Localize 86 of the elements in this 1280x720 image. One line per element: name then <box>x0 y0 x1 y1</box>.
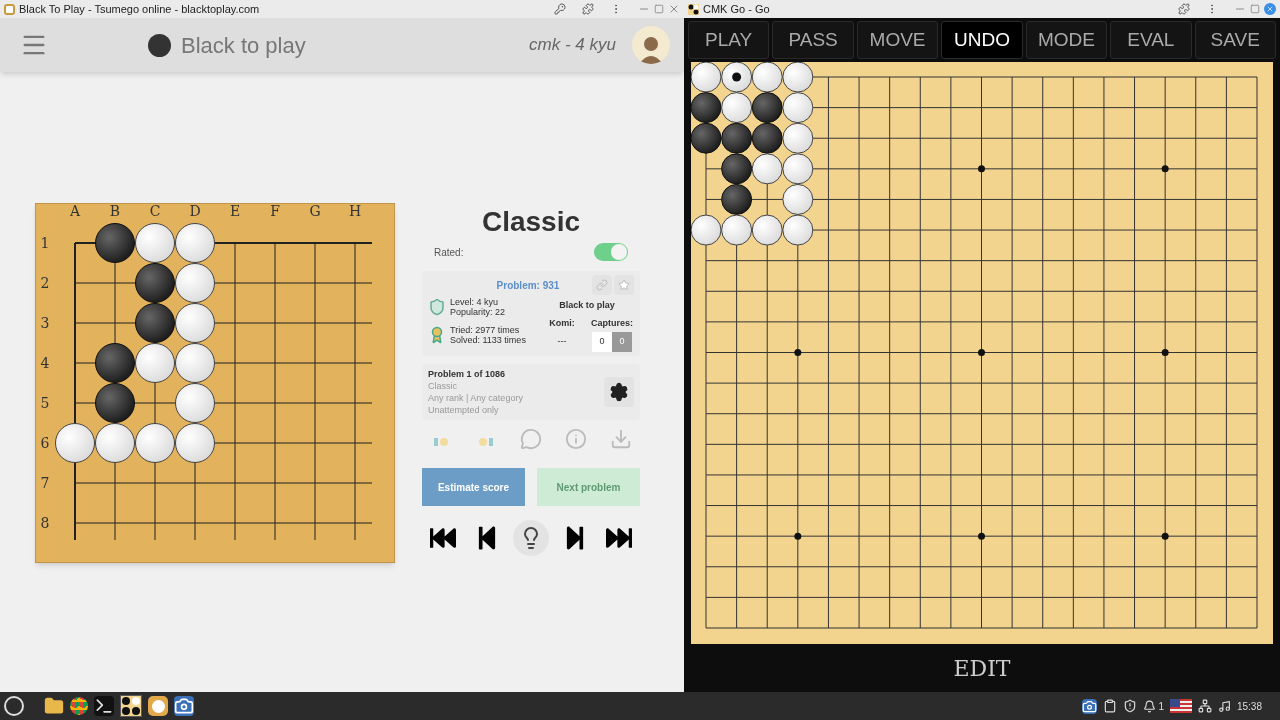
row-label: 1 <box>40 235 50 251</box>
clipboard-icon[interactable] <box>1103 699 1118 713</box>
set-filter-text: Unattempted only <box>428 404 500 416</box>
extensions-icon[interactable] <box>582 3 594 15</box>
screenshot-tray-icon[interactable] <box>1082 698 1098 714</box>
toolbar-tab[interactable]: PASS <box>772 21 854 59</box>
shield-icon[interactable] <box>1123 699 1138 713</box>
komi-value: --- <box>556 335 568 349</box>
column-label: E <box>229 203 241 219</box>
tried-text: Tried: 2977 times <box>450 325 521 335</box>
network-icon[interactable] <box>1197 699 1212 713</box>
extensions-icon[interactable] <box>1178 3 1190 15</box>
stone-icon <box>148 33 171 57</box>
window-title: CMK Go - Go <box>703 1 770 17</box>
clock: 15:38 <box>1236 699 1262 714</box>
column-label: B <box>109 203 121 219</box>
shield-icon <box>428 298 446 316</box>
screenshot-app-icon[interactable] <box>174 696 194 716</box>
row-label: 7 <box>40 475 50 491</box>
set-title: Problem 1 of 1086 <box>428 368 507 380</box>
column-label: D <box>189 203 201 219</box>
set-filter-text: Classic <box>428 380 458 392</box>
star-point <box>978 165 985 173</box>
notifications-icon[interactable] <box>1143 699 1157 713</box>
toolbar-tab[interactable]: MOVE <box>856 21 939 59</box>
to-play-text: Black to play <box>559 299 615 312</box>
user-rank: cmk - 4 kyu <box>529 34 616 57</box>
browser-icon[interactable] <box>70 697 88 715</box>
edit-button[interactable]: EDIT <box>953 651 1011 685</box>
captures-label: Captures: <box>590 316 634 330</box>
row-label: 6 <box>40 435 50 451</box>
toolbar-tab[interactable]: UNDO <box>941 21 1023 59</box>
go-app-icon[interactable] <box>120 695 142 717</box>
star-point <box>1161 165 1169 173</box>
star-point <box>794 349 802 356</box>
star-point <box>1161 349 1169 356</box>
close-icon[interactable] <box>668 3 680 15</box>
komi-label: Komi: <box>548 316 576 330</box>
capture-count: 0 <box>612 332 632 352</box>
column-label: H <box>348 203 362 219</box>
column-label: F <box>270 203 280 219</box>
star-point <box>1161 532 1169 540</box>
window-title: Black To Play - Tsumego online - blacktoplay.com <box>19 1 260 17</box>
column-label: C <box>149 203 161 219</box>
column-label: G <box>309 203 321 219</box>
capture-count: 0 <box>592 332 612 352</box>
app-icon <box>4 3 15 15</box>
row-label: 4 <box>40 355 50 371</box>
popularity-text: Popularity: 22 <box>450 307 506 317</box>
rated-label: Rated: <box>434 245 464 260</box>
settings-button[interactable] <box>604 377 634 407</box>
star-point <box>978 532 985 540</box>
x-icon <box>1266 5 1274 13</box>
set-filter-text: Any rank | Any category <box>428 392 524 404</box>
folder-icon[interactable] <box>44 696 64 716</box>
star-icon <box>618 279 630 291</box>
toolbar-tab[interactable]: SAVE <box>1194 21 1276 59</box>
level-text: Level: 4 kyu <box>450 297 500 307</box>
key-icon[interactable] <box>554 3 566 15</box>
gear-icon <box>609 382 629 402</box>
row-label: 5 <box>40 395 50 411</box>
close-icon[interactable] <box>1264 3 1276 15</box>
flag-icon[interactable] <box>1169 699 1192 713</box>
column-label: A <box>69 203 81 219</box>
problem-number: Problem: 931 <box>496 278 560 293</box>
hint-button[interactable] <box>513 520 549 556</box>
rated-toggle[interactable] <box>594 243 628 261</box>
solved-text: Solved: 1133 times <box>450 335 526 345</box>
row-label: 3 <box>40 315 50 331</box>
toolbar-tab[interactable]: EVAL <box>1110 21 1192 59</box>
terminal-icon[interactable] <box>94 696 114 716</box>
link-icon <box>596 279 608 291</box>
notification-count: 1 <box>1158 699 1164 714</box>
to-play-heading: Black to play <box>181 31 306 60</box>
row-label: 8 <box>40 515 50 531</box>
row-label: 2 <box>40 275 50 291</box>
app-icon <box>688 3 699 15</box>
star-point <box>978 349 985 356</box>
toolbar-tab[interactable]: MODE <box>1025 21 1108 59</box>
avatar <box>632 26 670 64</box>
tsumego-app-icon[interactable] <box>148 696 168 716</box>
mode-title: Classic <box>480 205 582 239</box>
toolbar-tab[interactable]: PLAY <box>688 21 770 59</box>
start-menu-icon[interactable] <box>4 696 24 716</box>
star-point <box>794 532 802 540</box>
sound-icon[interactable] <box>1217 699 1231 713</box>
